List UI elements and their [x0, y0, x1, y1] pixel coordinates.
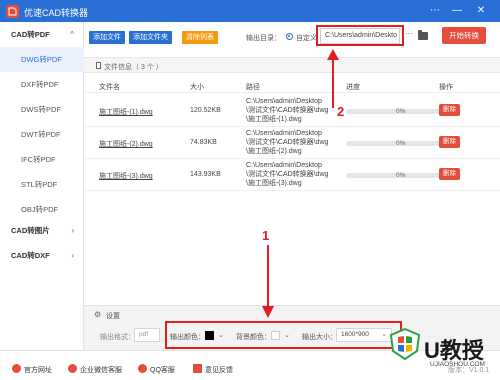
annotation-arrowhead-2 [327, 49, 339, 60]
watermark-subtext: UJIAOSHOU.COM [430, 361, 485, 368]
watermark-shield-icon [389, 327, 421, 361]
annotation-label-1: 1 [262, 228, 270, 243]
annotation-arrowhead-1 [262, 306, 274, 318]
annotation-arrows [262, 49, 339, 318]
annotation-label-2: 2 [337, 104, 345, 119]
